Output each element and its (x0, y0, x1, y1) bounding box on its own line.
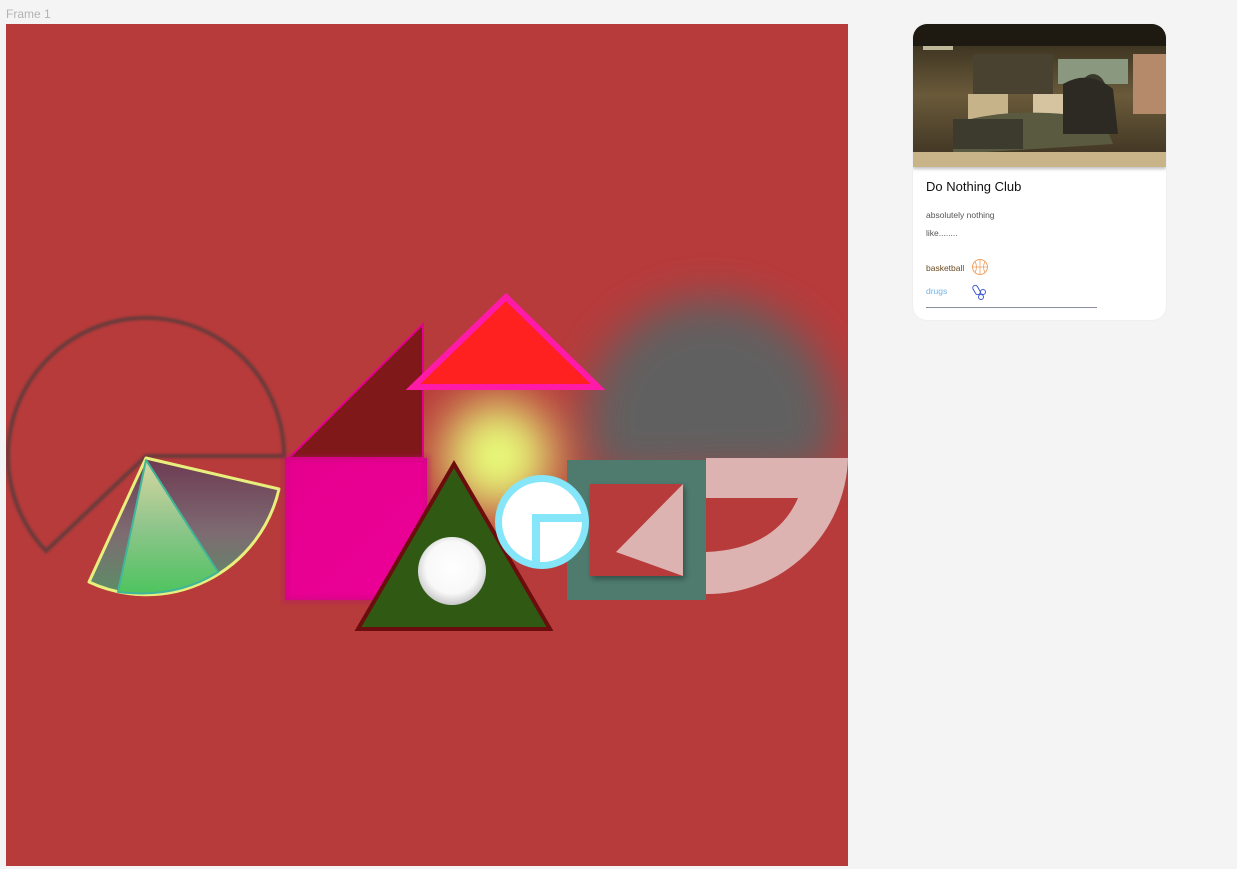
tag-basketball[interactable]: basketball (926, 259, 964, 277)
white-circle (418, 537, 486, 605)
pills-icon (972, 284, 986, 300)
tag-drugs-label: drugs (926, 286, 948, 296)
shapes-artwork (6, 24, 848, 866)
club-card[interactable]: Do Nothing Club absolutely nothing like.… (913, 24, 1166, 320)
tag-basketball-label: basketball (926, 263, 965, 273)
card-divider (926, 307, 1097, 308)
tag-drugs[interactable]: drugs (926, 282, 947, 300)
club-description-line-2: like........ (926, 228, 958, 238)
club-cover-image (913, 24, 1166, 167)
club-title: Do Nothing Club (926, 179, 1022, 194)
frame-canvas[interactable] (6, 24, 848, 866)
club-description-line-1: absolutely nothing (926, 210, 995, 220)
basketball-icon (972, 259, 988, 275)
frame-label[interactable]: Frame 1 (6, 7, 51, 21)
